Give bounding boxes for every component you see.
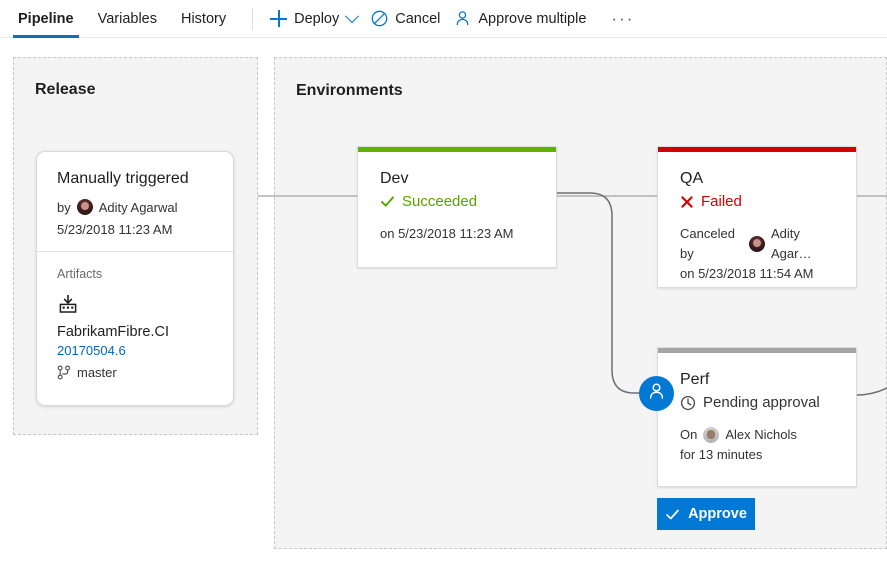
checkmark-icon — [665, 507, 680, 522]
environment-meta: Canceled by Adity Agar… on 5/23/2018 11:… — [680, 224, 834, 284]
tab-pipeline-label: Pipeline — [18, 11, 74, 27]
release-author-row: by Adity Agarwal — [57, 199, 213, 215]
ellipsis-icon: ··· — [611, 9, 634, 29]
artifact-build-link[interactable]: 20170504.6 — [57, 343, 213, 358]
checkmark-icon — [380, 194, 395, 209]
cancel-label: Cancel — [395, 11, 440, 27]
artifact-branch-row: master — [57, 365, 213, 380]
meta-text: Canceled by — [680, 224, 743, 264]
plus-icon — [270, 10, 287, 27]
release-card-header: Manually triggered by Adity Agarwal 5/23… — [37, 152, 233, 251]
build-artifact-icon — [57, 302, 79, 319]
toolbar: Pipeline Variables History Deploy Cancel… — [0, 0, 887, 38]
toolbar-divider — [252, 8, 253, 30]
chevron-down-icon[interactable] — [345, 9, 359, 23]
approval-badge[interactable] — [639, 376, 674, 411]
meta-user: Alex Nichols — [725, 425, 797, 445]
environments-panel-title: Environments — [296, 82, 403, 100]
meta-row: on 5/23/2018 11:54 AM — [680, 264, 834, 284]
tab-variables[interactable]: Variables — [86, 0, 169, 38]
meta-text: on 5/23/2018 11:23 AM — [380, 224, 513, 244]
environment-name: Perf — [680, 371, 834, 389]
approve-button-label: Approve — [688, 506, 747, 522]
more-options-button[interactable]: ··· — [601, 0, 644, 38]
artifact-branch-name: master — [77, 365, 117, 380]
environment-card-body: QA Failed Canceled by Adity Agar… on 5/2… — [658, 152, 856, 284]
environment-card-body: Perf Pending approval On Alex Nichols fo… — [658, 353, 856, 465]
person-icon — [454, 10, 478, 27]
status-badge: Pending approval — [680, 394, 834, 411]
release-card[interactable]: Manually triggered by Adity Agarwal 5/23… — [36, 151, 234, 406]
meta-row: Canceled by Adity Agar… — [680, 224, 834, 264]
tab-variables-label: Variables — [98, 11, 157, 27]
meta-text: for 13 minutes — [680, 445, 762, 465]
environment-card-qa[interactable]: QA Failed Canceled by Adity Agar… on 5/2… — [657, 146, 857, 288]
x-icon — [680, 195, 694, 209]
tab-history-label: History — [181, 11, 226, 27]
tab-history[interactable]: History — [169, 0, 238, 38]
status-label: Succeeded — [402, 193, 477, 210]
meta-row: on 5/23/2018 11:23 AM — [380, 224, 534, 244]
meta-row: On Alex Nichols — [680, 425, 834, 445]
branch-icon — [57, 365, 77, 380]
approve-button[interactable]: Approve — [657, 498, 755, 530]
approve-multiple-button[interactable]: Approve multiple — [447, 0, 593, 38]
status-badge: Succeeded — [380, 193, 534, 210]
environment-name: QA — [680, 170, 834, 188]
artifact-name: FabrikamFibre.CI — [57, 324, 213, 340]
block-circle-icon — [371, 10, 395, 27]
avatar — [703, 427, 719, 443]
deploy-button[interactable]: Deploy — [263, 0, 364, 38]
release-panel-title: Release — [35, 81, 96, 99]
tab-pipeline[interactable]: Pipeline — [6, 0, 86, 38]
release-trigger-label: Manually triggered — [57, 170, 213, 188]
environment-card-body: Dev Succeeded on 5/23/2018 11:23 AM — [358, 152, 556, 244]
clock-icon — [680, 395, 696, 411]
meta-user: Adity Agar… — [771, 224, 834, 264]
cancel-button[interactable]: Cancel — [364, 0, 447, 38]
status-badge: Failed — [680, 193, 834, 210]
status-label: Pending approval — [703, 394, 820, 411]
meta-text: On — [680, 425, 697, 445]
environment-name: Dev — [380, 170, 534, 188]
environment-meta: on 5/23/2018 11:23 AM — [380, 224, 534, 244]
meta-row: for 13 minutes — [680, 445, 834, 465]
approve-multiple-label: Approve multiple — [478, 11, 586, 27]
avatar — [749, 236, 765, 252]
avatar — [77, 199, 93, 215]
release-by-label: by — [57, 200, 71, 215]
release-author-name: Adity Agarwal — [99, 200, 178, 215]
environment-card-dev[interactable]: Dev Succeeded on 5/23/2018 11:23 AM — [357, 146, 557, 268]
environment-meta: On Alex Nichols for 13 minutes — [680, 425, 834, 465]
environment-card-perf[interactable]: Perf Pending approval On Alex Nichols fo… — [657, 347, 857, 487]
status-label: Failed — [701, 193, 742, 210]
artifacts-label: Artifacts — [57, 267, 213, 281]
release-date: 5/23/2018 11:23 AM — [57, 222, 213, 237]
deploy-label: Deploy — [294, 11, 339, 27]
release-artifacts-section: Artifacts FabrikamFibre.CI 20170504.6 — [37, 252, 233, 380]
meta-text: on 5/23/2018 11:54 AM — [680, 264, 813, 284]
person-icon — [646, 381, 667, 407]
